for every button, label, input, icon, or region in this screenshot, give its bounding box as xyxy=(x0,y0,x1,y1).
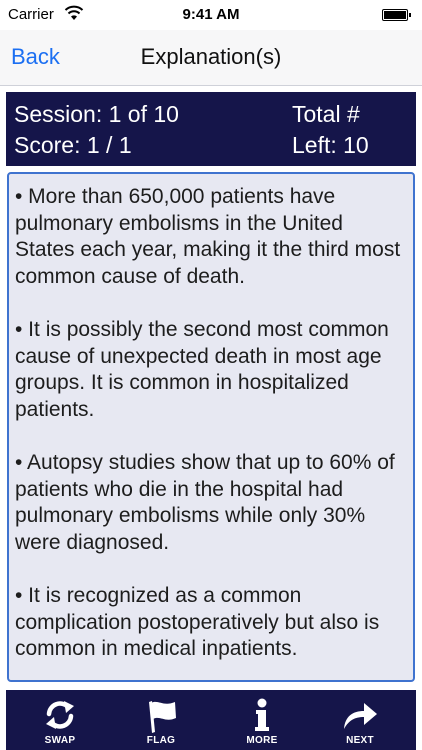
flag-icon xyxy=(149,701,176,733)
more-info-button[interactable]: MORE xyxy=(212,690,312,750)
battery-icon xyxy=(382,9,411,21)
flag-button[interactable]: FLAG xyxy=(111,690,211,750)
explanation-paragraph: • It is recognized as a common complicat… xyxy=(15,584,380,660)
explanation-paragraph: • It is possibly the second most common … xyxy=(15,318,389,421)
flag-label: FLAG xyxy=(146,735,176,746)
next-label: NEXT xyxy=(346,735,374,746)
next-button[interactable]: NEXT xyxy=(310,690,410,750)
navigation-bar: Explanation(s) Back xyxy=(0,30,422,86)
swap-label: SWAP xyxy=(44,735,76,746)
explanation-paragraph: • More than 650,000 patients have pulmon… xyxy=(15,185,401,288)
status-bar: Carrier 9:41 AM xyxy=(0,0,422,30)
forward-arrow-icon xyxy=(344,703,377,729)
page-title: Explanation(s) xyxy=(140,44,282,69)
explanation-text-box[interactable]: • More than 650,000 patients have pulmon… xyxy=(7,172,415,682)
clock: 9:41 AM xyxy=(182,6,240,23)
total-label: Total # xyxy=(292,101,360,127)
bottom-toolbar: SWAP FLAG MORE NEXT xyxy=(6,690,416,750)
screen: Carrier 9:41 AM Explanation(s) Back Sess… xyxy=(0,0,422,750)
back-button[interactable]: Back xyxy=(11,44,60,70)
remaining-counter: Left: 10 xyxy=(292,132,369,158)
explanation-paragraph: • Autopsy studies show that up to 60% of… xyxy=(15,451,395,554)
score-counter: Score: 1 / 1 xyxy=(14,132,132,158)
swap-button[interactable]: SWAP xyxy=(10,690,110,750)
more-label: MORE xyxy=(246,735,278,746)
session-panel: Session: 1 of 10 Score: 1 / 1 Total # Le… xyxy=(6,92,416,166)
info-icon xyxy=(255,698,269,731)
session-counter: Session: 1 of 10 xyxy=(14,101,179,127)
explanation-area: • More than 650,000 patients have pulmon… xyxy=(0,166,422,688)
swap-icon xyxy=(46,701,74,729)
